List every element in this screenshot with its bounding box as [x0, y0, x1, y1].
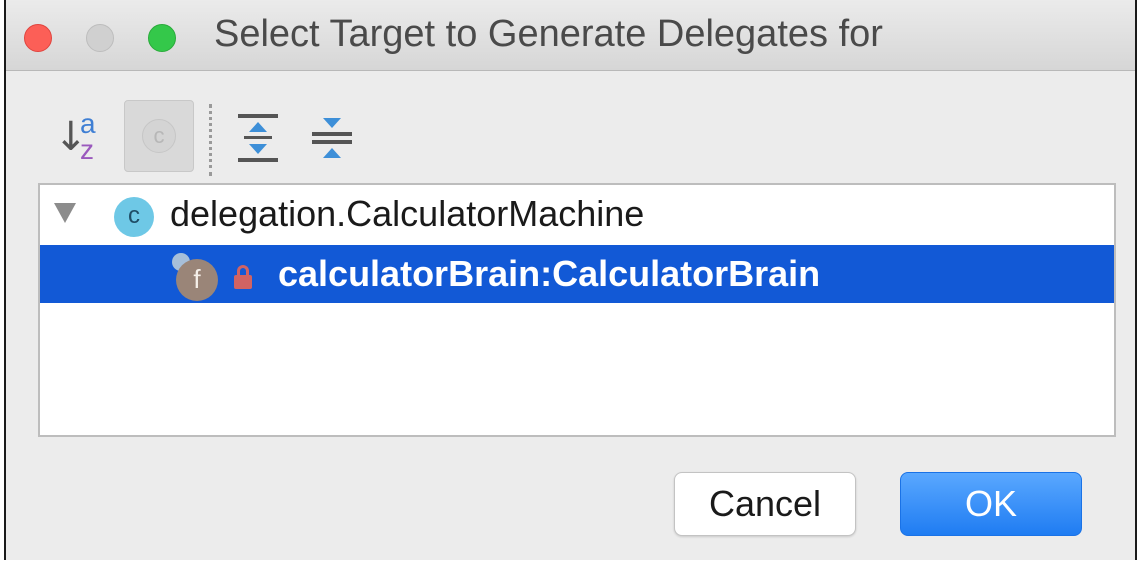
- cancel-button[interactable]: Cancel: [674, 472, 856, 536]
- target-tree[interactable]: c delegation.CalculatorMachine f calcula…: [38, 183, 1116, 437]
- expand-all-button[interactable]: [232, 108, 286, 168]
- field-node-label: calculatorBrain:CalculatorBrain: [278, 253, 821, 294]
- tree-row-field-selected[interactable]: f calculatorBrain:CalculatorBrain: [40, 245, 1114, 303]
- sort-alphabetically-button[interactable]: ↓ a z: [54, 108, 108, 170]
- title-bar: Select Target to Generate Delegates for: [6, 0, 1135, 71]
- minimize-window-button[interactable]: [86, 24, 114, 52]
- disclosure-triangle-icon[interactable]: [54, 203, 76, 223]
- close-window-button[interactable]: [24, 24, 52, 52]
- class-icon: c: [114, 197, 154, 237]
- collapse-all-icon: [312, 118, 352, 158]
- field-icon: f: [172, 253, 218, 301]
- collapse-all-button[interactable]: [306, 108, 360, 168]
- show-classes-toggle[interactable]: c: [124, 100, 194, 172]
- window-title: Select Target to Generate Delegates for: [214, 13, 883, 55]
- expand-all-icon: [238, 114, 278, 162]
- toolbar-separator: [209, 104, 212, 176]
- maximize-window-button[interactable]: [148, 24, 176, 52]
- class-node-label: delegation.CalculatorMachine: [170, 193, 645, 234]
- class-filter-icon: c: [142, 119, 176, 153]
- field-icon-glyph: f: [176, 259, 218, 301]
- private-lock-icon: [234, 265, 252, 289]
- tree-row-class[interactable]: c delegation.CalculatorMachine: [40, 185, 1114, 243]
- ok-button[interactable]: OK: [900, 472, 1082, 536]
- dialog-window: Select Target to Generate Delegates for …: [4, 0, 1137, 560]
- sort-letter-z: z: [80, 134, 94, 165]
